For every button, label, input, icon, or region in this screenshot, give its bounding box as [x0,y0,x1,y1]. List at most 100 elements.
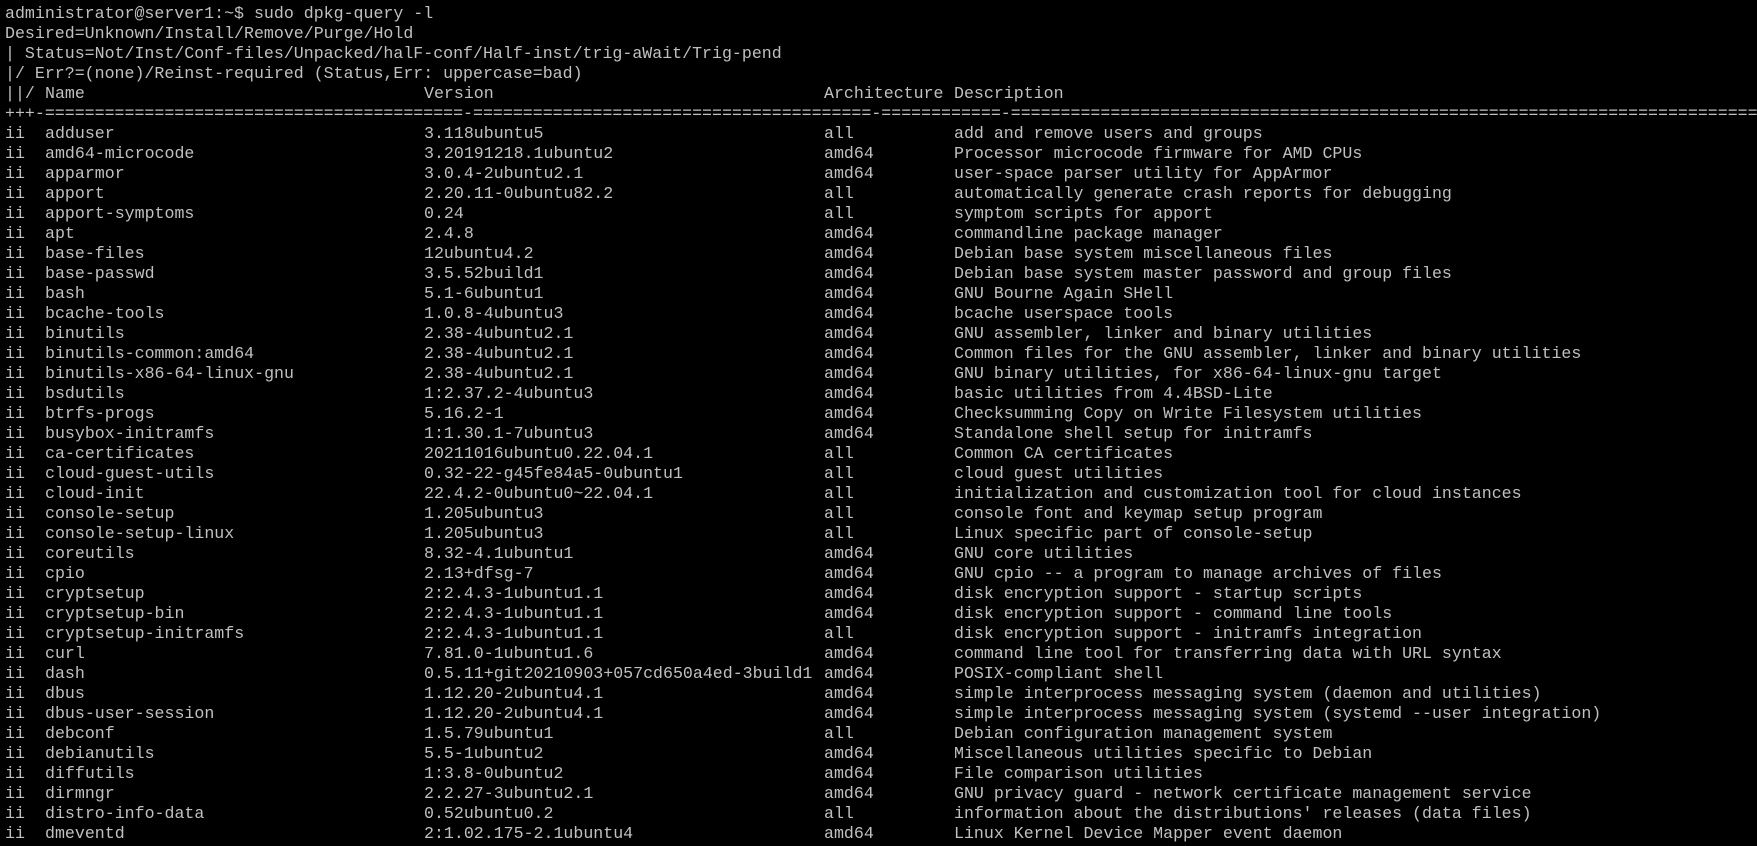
package-version: 1.205ubuntu3 [424,524,544,543]
package-row: ii curl 7.81.0-1ubuntu1.6 amd64 command line… [5,644,1757,664]
package-row: ii binutils-common:amd64 2.38-4ubuntu2.1 am… [5,344,1757,364]
package-architecture: amd64 [824,384,874,403]
package-architecture: all [824,184,854,203]
package-architecture: amd64 [824,224,874,243]
package-name: bash [45,284,85,303]
package-name: cpio [45,564,85,583]
package-description: Linux Kernel Device Mapper event daemon [954,824,1343,843]
package-description: POSIX-compliant shell [954,664,1164,683]
package-status: ii [5,184,25,203]
package-row: ii busybox-initramfs 1:1.30.1-7ubuntu3 amd6… [5,424,1757,444]
package-name: binutils-common:amd64 [45,344,255,363]
package-status: ii [5,164,25,183]
package-status: ii [5,664,25,683]
package-name: apparmor [45,164,125,183]
package-architecture: amd64 [824,584,874,603]
package-status: ii [5,604,25,623]
package-description: GNU cpio -- a program to manage archives… [954,564,1442,583]
package-description: Debian base system master password and g… [954,264,1452,283]
package-status: ii [5,484,25,503]
package-description: Debian configuration management system [954,724,1333,743]
package-row: ii apparmor 3.0.4-2ubuntu2.1 amd64 user-spac… [5,164,1757,184]
package-version: 2.38-4ubuntu2.1 [424,344,574,363]
package-version: 2:1.02.175-2.1ubuntu4 [424,824,634,843]
package-architecture: all [824,124,854,143]
column-version-header: Version [424,84,494,103]
package-architecture: amd64 [824,684,874,703]
package-version: 2.38-4ubuntu2.1 [424,364,574,383]
package-status: ii [5,344,25,363]
package-status: ii [5,684,25,703]
package-architecture: amd64 [824,284,874,303]
package-description: automatically generate crash reports for… [954,184,1452,203]
package-description: Debian base system miscellaneous files [954,244,1333,263]
package-row: ii dbus 1.12.20-2ubuntu4.1 amd64 simple inte… [5,684,1757,704]
header-separator-line: +++-====================================… [5,104,1757,123]
column-description-header: Description [954,84,1064,103]
package-row: ii bcache-tools 1.0.8-4ubuntu3 amd64 bcache … [5,304,1757,324]
package-row: ii base-passwd 3.5.52build1 amd64 Debian bas… [5,264,1757,284]
package-row: ii bsdutils 1:2.37.2-4ubuntu3 amd64 basic ut… [5,384,1757,404]
package-architecture: all [824,504,854,523]
package-row: ii btrfs-progs 5.16.2-1 amd64 Checksumming C… [5,404,1757,424]
package-status: ii [5,204,25,223]
package-status: ii [5,824,25,843]
terminal-window[interactable]: administrator@server1:~$ sudo dpkg-query… [0,0,1757,846]
package-architecture: amd64 [824,144,874,163]
package-architecture: amd64 [824,604,874,623]
package-name: coreutils [45,544,135,563]
package-version: 1:2.37.2-4ubuntu3 [424,384,594,403]
package-description: simple interprocess messaging system (da… [954,684,1542,703]
package-row: ii dmeventd 2:1.02.175-2.1ubuntu4 amd64 Linu… [5,824,1757,844]
package-architecture: all [824,524,854,543]
package-row: ii cloud-guest-utils 0.32-22-g45fe84a5-0ub… [5,464,1757,484]
package-description: command line tool for transferring data … [954,644,1502,663]
package-version: 1:1.30.1-7ubuntu3 [424,424,594,443]
package-row: ii debconf 1.5.79ubuntu1 all Debian configur… [5,724,1757,744]
package-row: ii console-setup 1.205ubuntu3 all console fo… [5,504,1757,524]
package-name: btrfs-progs [45,404,155,423]
package-version: 0.52ubuntu0.2 [424,804,554,823]
package-description: symptom scripts for apport [954,204,1213,223]
package-row: ii diffutils 1:3.8-0ubuntu2 amd64 File compa… [5,764,1757,784]
package-name: apt [45,224,75,243]
package-architecture: all [824,804,854,823]
package-architecture: amd64 [824,664,874,683]
package-architecture: amd64 [824,744,874,763]
package-row: ii bash 5.1-6ubuntu1 amd64 GNU Bourne Again … [5,284,1757,304]
package-name: dash [45,664,85,683]
package-version: 22.4.2-0ubuntu0~22.04.1 [424,484,654,503]
package-row: ii dirmngr 2.2.27-3ubuntu2.1 amd64 GNU priva… [5,784,1757,804]
package-architecture: amd64 [824,324,874,343]
package-description: simple interprocess messaging system (sy… [954,704,1602,723]
package-status: ii [5,544,25,563]
package-status: ii [5,524,25,543]
package-version: 12ubuntu4.2 [424,244,534,263]
package-name: bsdutils [45,384,125,403]
package-architecture: all [824,204,854,223]
package-status: ii [5,724,25,743]
package-version: 2.20.11-0ubuntu82.2 [424,184,614,203]
package-status: ii [5,804,25,823]
package-status: ii [5,124,25,143]
header-status-line: | Status=Not/Inst/Conf-files/Unpacked/ha… [5,44,782,63]
package-version: 3.20191218.1ubuntu2 [424,144,614,163]
package-status: ii [5,384,25,403]
package-version: 5.5-1ubuntu2 [424,744,544,763]
column-header-row: ||/ Name Version Architecture Descriptio… [5,84,1757,104]
package-description: basic utilities from 4.4BSD-Lite [954,384,1273,403]
package-list: ii adduser 3.118ubuntu5 all add and remove u… [5,124,1757,844]
package-row: ii ca-certificates 20211016ubuntu0.22.04.1… [5,444,1757,464]
package-description: Processor microcode firmware for AMD CPU… [954,144,1363,163]
package-status: ii [5,264,25,283]
package-row: ii coreutils 8.32-4.1ubuntu1 amd64 GNU core … [5,544,1757,564]
package-description: File comparison utilities [954,764,1203,783]
package-description: GNU core utilities [954,544,1134,563]
package-architecture: amd64 [824,404,874,423]
package-architecture: amd64 [824,764,874,783]
package-row: ii cpio 2.13+dfsg-7 amd64 GNU cpio -- a prog… [5,564,1757,584]
package-row: ii dbus-user-session 1.12.20-2ubuntu4.1 amd… [5,704,1757,724]
package-architecture: amd64 [824,304,874,323]
package-version: 0.32-22-g45fe84a5-0ubuntu1 [424,464,683,483]
package-version: 1.205ubuntu3 [424,504,544,523]
